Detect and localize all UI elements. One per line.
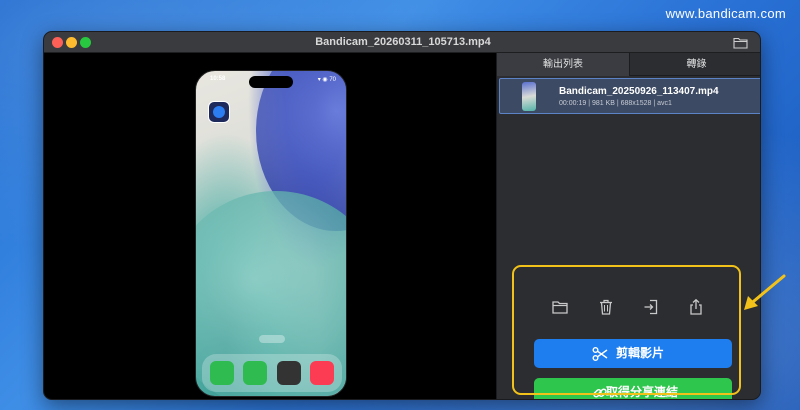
highlight-frame [512, 265, 741, 395]
folder-icon[interactable] [733, 36, 748, 49]
window-title: Bandicam_20260311_105713.mp4 [315, 36, 491, 48]
tab-output-list[interactable]: 輸出列表 [497, 53, 630, 76]
file-name: Bandicam_20250926_113407.mp4 [559, 86, 719, 97]
status-time: 10:58 [210, 76, 226, 82]
watermark: www.bandicam.com [665, 6, 786, 21]
video-preview[interactable]: 10:58 ▾ ◉ 70 [44, 53, 496, 399]
file-list-item[interactable]: Bandicam_20250926_113407.mp4 00:00:19 | … [499, 78, 760, 114]
title-bar: Bandicam_20260311_105713.mp4 [44, 32, 760, 53]
phone-screen-preview: 10:58 ▾ ◉ 70 [195, 70, 347, 397]
safari-app-icon [208, 101, 230, 123]
sidebar-tabs: 輸出列表 轉錄 [497, 53, 760, 76]
status-indicators: ▾ ◉ 70 [317, 77, 336, 83]
arrow-annotation-icon [744, 274, 786, 310]
file-thumbnail [522, 82, 536, 111]
search-pill [259, 335, 285, 343]
file-meta: 00:00:19 | 981 KB | 688x1528 | avc1 [559, 100, 672, 107]
camera-app-icon [277, 361, 301, 385]
tab-transcribe[interactable]: 轉錄 [630, 53, 760, 76]
phone-app-icon [243, 361, 267, 385]
music-app-icon [310, 361, 334, 385]
dynamic-island [249, 76, 293, 88]
facetime-app-icon [210, 361, 234, 385]
phone-dock [202, 354, 342, 392]
